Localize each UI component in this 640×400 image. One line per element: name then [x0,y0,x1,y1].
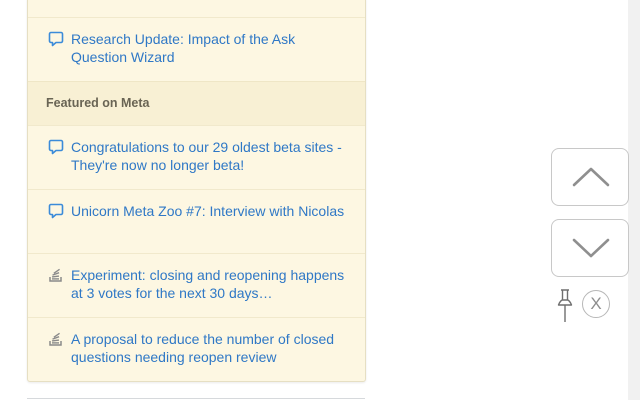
chevron-up-icon [572,167,610,187]
stack-exchange-logo-icon [48,267,64,283]
sidebar-cutoff-spacer [28,0,365,17]
post-link[interactable]: A proposal to reduce the number of close… [71,330,349,366]
speech-bubble-icon [48,203,64,219]
divider [27,398,365,399]
chevron-down-icon [572,238,610,258]
scrollbar-track[interactable] [628,0,640,400]
list-item[interactable]: Research Update: Impact of the Ask Quest… [28,17,365,81]
community-bulletin-sidebar: Research Update: Impact of the Ask Quest… [27,0,366,382]
speech-bubble-icon [48,139,64,155]
list-item[interactable]: Unicorn Meta Zoo #7: Interview with Nico… [28,189,365,253]
list-item[interactable]: Experiment: closing and reopening happen… [28,253,365,317]
section-header: Featured on Meta [28,81,365,125]
post-link[interactable]: Congratulations to our 29 oldest beta si… [71,138,349,174]
post-link[interactable]: Research Update: Impact of the Ask Quest… [71,30,349,66]
scroll-down-button[interactable] [551,219,629,277]
list-item[interactable]: A proposal to reduce the number of close… [28,317,365,381]
stack-exchange-logo-icon [48,331,64,347]
pushpin-icon[interactable] [555,288,575,329]
post-link[interactable]: Experiment: closing and reopening happen… [71,266,349,302]
close-button[interactable]: X [582,290,610,318]
speech-bubble-icon [48,31,64,47]
list-item[interactable]: Congratulations to our 29 oldest beta si… [28,125,365,189]
post-link[interactable]: Unicorn Meta Zoo #7: Interview with Nico… [71,202,349,220]
scroll-up-button[interactable] [551,148,629,206]
